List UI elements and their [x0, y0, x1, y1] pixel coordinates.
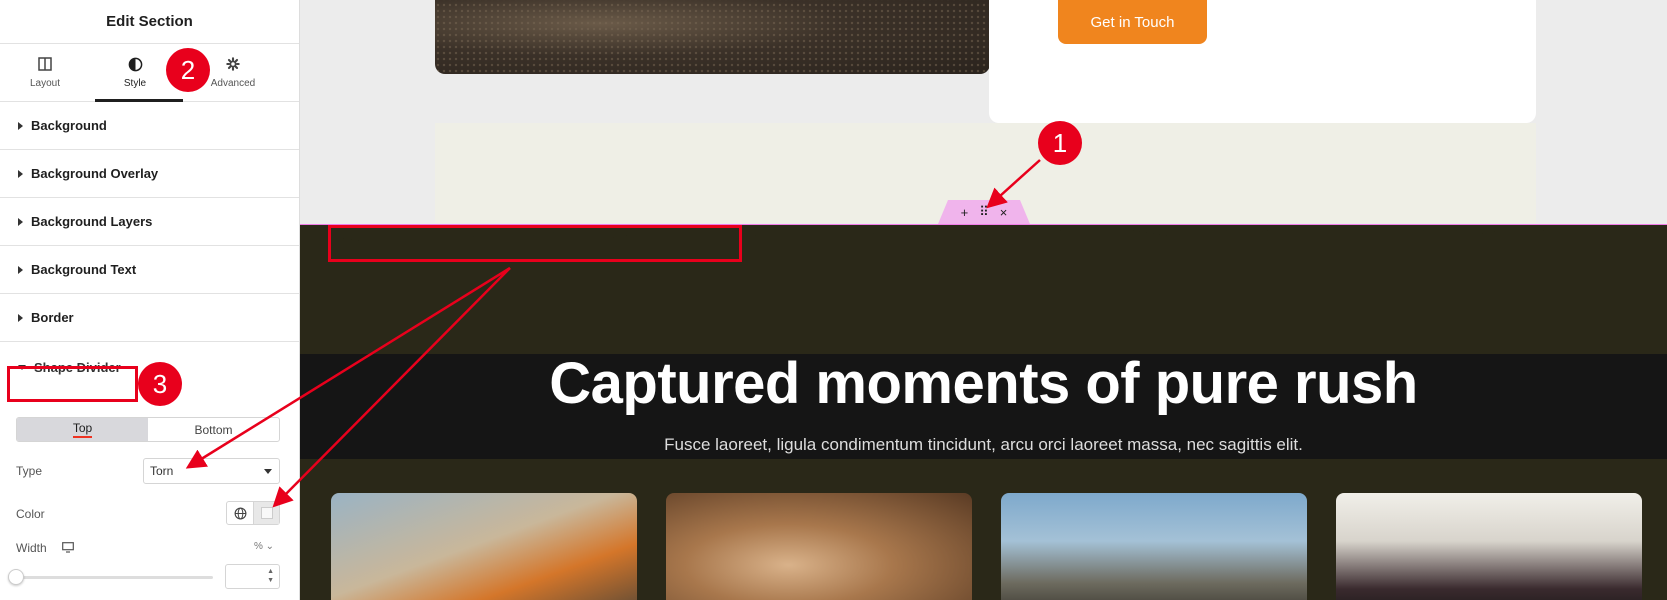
color-picker-button[interactable] [253, 502, 279, 524]
globe-icon [234, 507, 246, 519]
layout-icon [37, 56, 53, 72]
section-background[interactable]: Background [0, 102, 299, 150]
top-bottom-toggle: Top Bottom [16, 417, 280, 442]
section-handle: + ⠿ × [938, 200, 1030, 224]
section-border[interactable]: Border [0, 294, 299, 342]
annotation-highlight-shape-divider [7, 366, 138, 402]
color-swatch [260, 507, 273, 519]
caret-right-icon [18, 217, 23, 226]
type-select-value: Torn [150, 464, 174, 478]
tab-layout-label: Layout [29, 78, 61, 89]
gallery-photo [1336, 493, 1642, 600]
step-down-icon[interactable]: ▼ [267, 577, 274, 584]
chevron-down-icon [264, 469, 272, 474]
style-icon [127, 56, 143, 72]
tab-layout[interactable]: Layout [0, 44, 90, 101]
section-headline: Captured moments of pure rush [549, 351, 1418, 416]
panel-title: Edit Section [0, 0, 299, 44]
get-in-touch-button[interactable]: Get in Touch [1058, 0, 1207, 44]
width-label: Width [16, 541, 47, 555]
gallery-photo [666, 493, 972, 600]
caret-right-icon [18, 313, 23, 322]
section-label: Background Layers [31, 214, 153, 229]
section-background-layers[interactable]: Background Layers [0, 198, 299, 246]
type-label: Type [16, 464, 43, 478]
toggle-bottom[interactable]: Bottom [148, 418, 279, 441]
tab-style-label: Style [123, 78, 147, 89]
page-canvas: Get in Touch + ⠿ × Captured moments of p… [300, 0, 1667, 600]
annotation-badge-2: 2 [166, 48, 210, 92]
section-subheading: Fusce laoreet, ligula condimentum tincid… [664, 435, 1303, 454]
annotation-badge-1: 1 [1038, 121, 1082, 165]
color-control [226, 501, 280, 525]
drag-handle-icon[interactable]: ⠿ [979, 204, 989, 220]
panel-tabs: Layout Style Advanced [0, 44, 299, 102]
width-number-input[interactable]: ▲ ▼ [225, 564, 280, 589]
toggle-bottom-label: Bottom [194, 422, 233, 437]
gallery-photo [331, 493, 637, 600]
annotation-badge-3: 3 [138, 362, 182, 406]
desktop-icon[interactable] [62, 542, 74, 553]
toggle-top-label: Top [72, 421, 93, 438]
caret-right-icon [18, 121, 23, 130]
tab-advanced-label: Advanced [210, 78, 256, 89]
section-background-text[interactable]: Background Text [0, 246, 299, 294]
step-up-icon[interactable]: ▲ [267, 568, 274, 575]
section-background-overlay[interactable]: Background Overlay [0, 150, 299, 198]
type-select[interactable]: Torn [143, 458, 280, 484]
width-slider-handle[interactable] [8, 569, 24, 585]
width-slider-track[interactable] [16, 576, 213, 579]
gallery-photo [1001, 493, 1307, 600]
annotation-highlight-divider [328, 225, 742, 262]
editor-panel: Edit Section Layout Style Advanced Backg… [0, 0, 300, 600]
delete-section-icon[interactable]: × [1000, 205, 1008, 220]
add-section-icon[interactable]: + [961, 205, 969, 220]
toggle-top[interactable]: Top [17, 418, 148, 441]
section-label: Background [31, 118, 107, 133]
caret-right-icon [18, 265, 23, 274]
section-label: Border [31, 310, 74, 325]
unit-selector[interactable]: % ⌄ [254, 541, 274, 552]
section-label: Background Text [31, 262, 137, 277]
dirt-photo [435, 0, 990, 74]
section-label: Background Overlay [31, 166, 159, 181]
color-label: Color [16, 507, 45, 521]
gear-icon [225, 56, 241, 72]
caret-right-icon [18, 169, 23, 178]
global-colors-button[interactable] [227, 502, 253, 524]
